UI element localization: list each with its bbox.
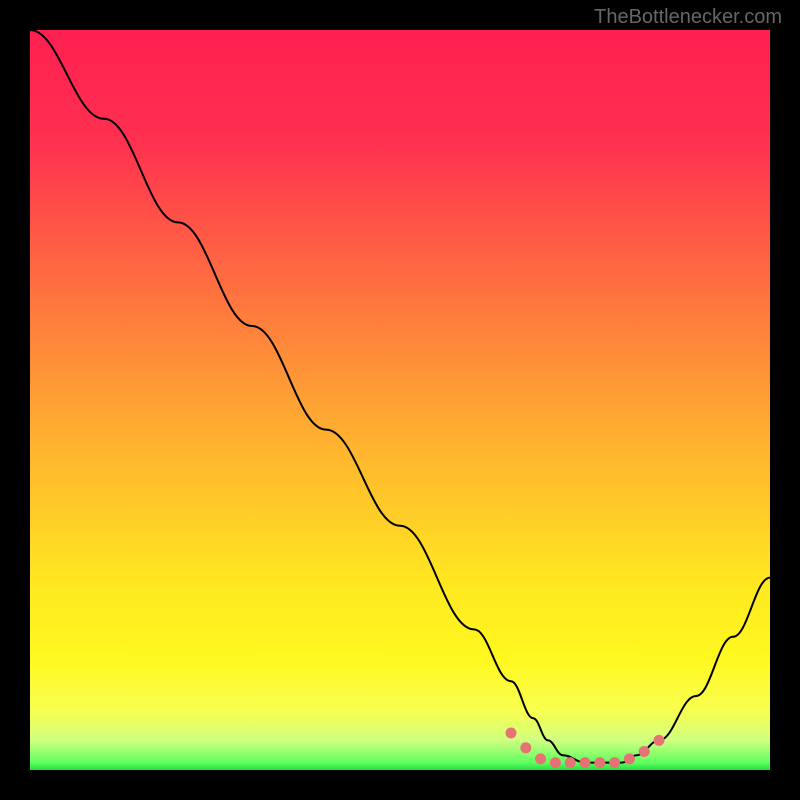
marker-point bbox=[565, 757, 576, 768]
marker-point bbox=[550, 757, 561, 768]
marker-point bbox=[535, 753, 546, 764]
marker-point bbox=[639, 746, 650, 757]
chart-area bbox=[30, 30, 770, 770]
watermark-text: TheBottlenecker.com bbox=[594, 6, 782, 29]
marker-point bbox=[624, 753, 635, 764]
bottleneck-curve bbox=[30, 30, 770, 763]
curve-overlay bbox=[30, 30, 770, 770]
marker-point bbox=[520, 742, 531, 753]
optimal-zone-markers bbox=[506, 728, 665, 769]
marker-point bbox=[506, 728, 517, 739]
marker-point bbox=[654, 735, 665, 746]
marker-point bbox=[609, 757, 620, 768]
marker-point bbox=[594, 757, 605, 768]
marker-point bbox=[580, 757, 591, 768]
